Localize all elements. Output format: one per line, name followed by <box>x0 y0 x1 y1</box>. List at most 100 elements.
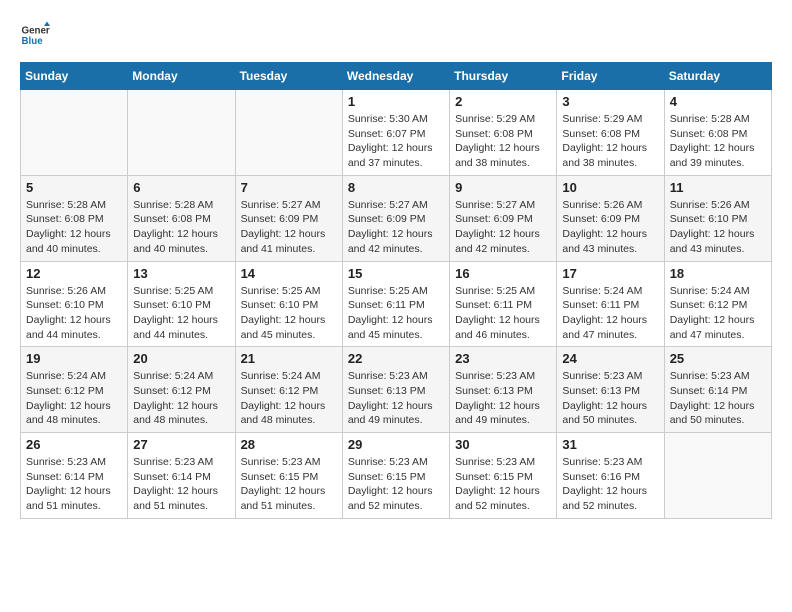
day-number: 6 <box>133 180 229 195</box>
day-number: 27 <box>133 437 229 452</box>
calendar-cell: 4 Sunrise: 5:28 AMSunset: 6:08 PMDaylight… <box>664 90 771 176</box>
day-number: 31 <box>562 437 658 452</box>
calendar-cell: 25 Sunrise: 5:23 AMSunset: 6:14 PMDayligh… <box>664 347 771 433</box>
day-info: Sunrise: 5:24 AMSunset: 6:12 PMDaylight:… <box>241 369 337 428</box>
calendar-cell: 22Sunrise: 5:23 AMSunset: 6:13 PMDayligh… <box>342 347 449 433</box>
day-info: Sunrise: 5:26 AMSunset: 6:10 PMDaylight:… <box>670 198 766 257</box>
day-info: Sunrise: 5:25 AMSunset: 6:10 PMDaylight:… <box>241 284 337 343</box>
calendar-cell: 30 Sunrise: 5:23 AMSunset: 6:15 PMDayligh… <box>450 433 557 519</box>
calendar-cell: 19 Sunrise: 5:24 AMSunset: 6:12 PMDayligh… <box>21 347 128 433</box>
day-number: 7 <box>241 180 337 195</box>
day-number: 9 <box>455 180 551 195</box>
day-info: Sunrise: 5:23 AMSunset: 6:14 PMDaylight:… <box>670 369 766 428</box>
day-info: Sunrise: 5:26 AMSunset: 6:10 PMDaylight:… <box>26 284 122 343</box>
day-info: Sunrise: 5:24 AMSunset: 6:12 PMDaylight:… <box>133 369 229 428</box>
week-row-1: 1 Sunrise: 5:30 AMSunset: 6:07 PMDaylight… <box>21 90 772 176</box>
calendar-cell <box>21 90 128 176</box>
day-info: Sunrise: 5:24 AMSunset: 6:12 PMDaylight:… <box>26 369 122 428</box>
header-monday: Monday <box>128 63 235 90</box>
day-info: Sunrise: 5:23 AMSunset: 6:15 PMDaylight:… <box>241 455 337 514</box>
day-info: Sunrise: 5:23 AMSunset: 6:16 PMDaylight:… <box>562 455 658 514</box>
calendar-cell: 31 Sunrise: 5:23 AMSunset: 6:16 PMDayligh… <box>557 433 664 519</box>
day-number: 24 <box>562 351 658 366</box>
calendar-body: 1 Sunrise: 5:30 AMSunset: 6:07 PMDaylight… <box>21 90 772 519</box>
header-wednesday: Wednesday <box>342 63 449 90</box>
day-info: Sunrise: 5:23 AMSunset: 6:13 PMDaylight:… <box>455 369 551 428</box>
calendar-cell: 10Sunrise: 5:26 AMSunset: 6:09 PMDayligh… <box>557 175 664 261</box>
day-info: Sunrise: 5:23 AMSunset: 6:15 PMDaylight:… <box>455 455 551 514</box>
svg-text:General: General <box>22 26 51 37</box>
day-number: 4 <box>670 94 766 109</box>
calendar-cell: 26 Sunrise: 5:23 AMSunset: 6:14 PMDayligh… <box>21 433 128 519</box>
calendar-cell: 17 Sunrise: 5:24 AMSunset: 6:11 PMDayligh… <box>557 261 664 347</box>
week-row-2: 5 Sunrise: 5:28 AMSunset: 6:08 PMDaylight… <box>21 175 772 261</box>
day-number: 11 <box>670 180 766 195</box>
calendar-cell <box>664 433 771 519</box>
header-row: SundayMondayTuesdayWednesdayThursdayFrid… <box>21 63 772 90</box>
day-info: Sunrise: 5:28 AMSunset: 6:08 PMDaylight:… <box>26 198 122 257</box>
calendar-cell: 23 Sunrise: 5:23 AMSunset: 6:13 PMDayligh… <box>450 347 557 433</box>
day-info: Sunrise: 5:24 AMSunset: 6:12 PMDaylight:… <box>670 284 766 343</box>
day-info: Sunrise: 5:26 AMSunset: 6:09 PMDaylight:… <box>562 198 658 257</box>
week-row-4: 19 Sunrise: 5:24 AMSunset: 6:12 PMDayligh… <box>21 347 772 433</box>
day-number: 8 <box>348 180 444 195</box>
day-info: Sunrise: 5:27 AMSunset: 6:09 PMDaylight:… <box>348 198 444 257</box>
calendar-header: SundayMondayTuesdayWednesdayThursdayFrid… <box>21 63 772 90</box>
calendar-cell: 2Sunrise: 5:29 AMSunset: 6:08 PMDaylight… <box>450 90 557 176</box>
calendar-cell: 16 Sunrise: 5:25 AMSunset: 6:11 PMDayligh… <box>450 261 557 347</box>
day-info: Sunrise: 5:23 AMSunset: 6:14 PMDaylight:… <box>133 455 229 514</box>
calendar-cell: 15 Sunrise: 5:25 AMSunset: 6:11 PMDayligh… <box>342 261 449 347</box>
day-info: Sunrise: 5:23 AMSunset: 6:14 PMDaylight:… <box>26 455 122 514</box>
day-number: 1 <box>348 94 444 109</box>
calendar-cell: 1 Sunrise: 5:30 AMSunset: 6:07 PMDaylight… <box>342 90 449 176</box>
calendar-cell <box>128 90 235 176</box>
header-friday: Friday <box>557 63 664 90</box>
day-number: 23 <box>455 351 551 366</box>
day-number: 14 <box>241 266 337 281</box>
day-number: 17 <box>562 266 658 281</box>
calendar-cell: 21 Sunrise: 5:24 AMSunset: 6:12 PMDayligh… <box>235 347 342 433</box>
calendar-cell: 27 Sunrise: 5:23 AMSunset: 6:14 PMDayligh… <box>128 433 235 519</box>
day-info: Sunrise: 5:28 AMSunset: 6:08 PMDaylight:… <box>133 198 229 257</box>
day-number: 15 <box>348 266 444 281</box>
day-number: 30 <box>455 437 551 452</box>
day-info: Sunrise: 5:25 AMSunset: 6:11 PMDaylight:… <box>455 284 551 343</box>
day-number: 25 <box>670 351 766 366</box>
day-number: 19 <box>26 351 122 366</box>
day-number: 12 <box>26 266 122 281</box>
page-header: General Blue <box>20 20 772 50</box>
day-info: Sunrise: 5:24 AMSunset: 6:11 PMDaylight:… <box>562 284 658 343</box>
day-number: 5 <box>26 180 122 195</box>
day-info: Sunrise: 5:28 AMSunset: 6:08 PMDaylight:… <box>670 112 766 171</box>
day-number: 16 <box>455 266 551 281</box>
calendar-cell <box>235 90 342 176</box>
day-info: Sunrise: 5:23 AMSunset: 6:13 PMDaylight:… <box>562 369 658 428</box>
calendar-cell: 20 Sunrise: 5:24 AMSunset: 6:12 PMDayligh… <box>128 347 235 433</box>
day-info: Sunrise: 5:30 AMSunset: 6:07 PMDaylight:… <box>348 112 444 171</box>
day-info: Sunrise: 5:25 AMSunset: 6:11 PMDaylight:… <box>348 284 444 343</box>
day-info: Sunrise: 5:27 AMSunset: 6:09 PMDaylight:… <box>455 198 551 257</box>
day-number: 28 <box>241 437 337 452</box>
day-number: 20 <box>133 351 229 366</box>
calendar-cell: 6 Sunrise: 5:28 AMSunset: 6:08 PMDaylight… <box>128 175 235 261</box>
svg-text:Blue: Blue <box>22 36 44 47</box>
week-row-5: 26 Sunrise: 5:23 AMSunset: 6:14 PMDayligh… <box>21 433 772 519</box>
week-row-3: 12 Sunrise: 5:26 AMSunset: 6:10 PMDayligh… <box>21 261 772 347</box>
calendar-table: SundayMondayTuesdayWednesdayThursdayFrid… <box>20 62 772 519</box>
day-number: 13 <box>133 266 229 281</box>
day-number: 2 <box>455 94 551 109</box>
day-info: Sunrise: 5:25 AMSunset: 6:10 PMDaylight:… <box>133 284 229 343</box>
day-number: 18 <box>670 266 766 281</box>
logo: General Blue <box>20 20 50 50</box>
calendar-cell: 12 Sunrise: 5:26 AMSunset: 6:10 PMDayligh… <box>21 261 128 347</box>
day-info: Sunrise: 5:23 AMSunset: 6:15 PMDaylight:… <box>348 455 444 514</box>
day-number: 21 <box>241 351 337 366</box>
calendar-cell: 18 Sunrise: 5:24 AMSunset: 6:12 PMDayligh… <box>664 261 771 347</box>
calendar-cell: 24 Sunrise: 5:23 AMSunset: 6:13 PMDayligh… <box>557 347 664 433</box>
calendar-cell: 11 Sunrise: 5:26 AMSunset: 6:10 PMDayligh… <box>664 175 771 261</box>
calendar-cell: 9 Sunrise: 5:27 AMSunset: 6:09 PMDaylight… <box>450 175 557 261</box>
calendar-cell: 5 Sunrise: 5:28 AMSunset: 6:08 PMDaylight… <box>21 175 128 261</box>
calendar-cell: 14 Sunrise: 5:25 AMSunset: 6:10 PMDayligh… <box>235 261 342 347</box>
calendar-cell: 29Sunrise: 5:23 AMSunset: 6:15 PMDayligh… <box>342 433 449 519</box>
day-number: 26 <box>26 437 122 452</box>
